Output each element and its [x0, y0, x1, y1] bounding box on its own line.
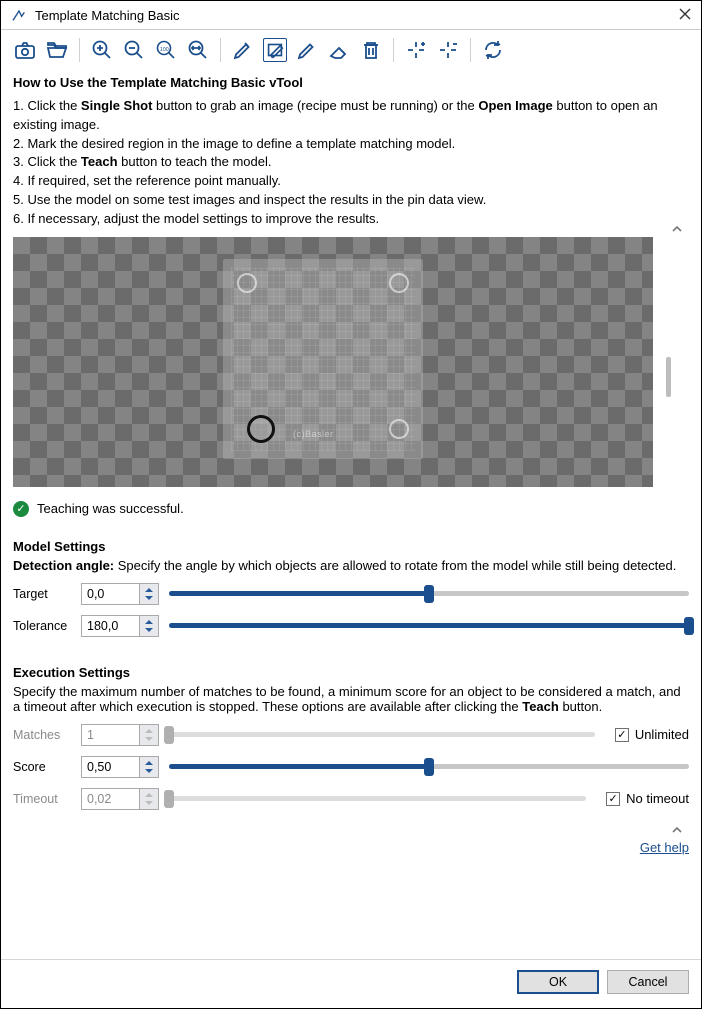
bold-text: Teach — [522, 699, 559, 714]
board-label: (c)Basler — [293, 429, 334, 439]
text: Specify the angle by which objects are a… — [118, 558, 677, 573]
eraser-icon[interactable] — [327, 38, 351, 62]
target-spinner[interactable] — [81, 583, 159, 605]
timeout-input — [81, 788, 139, 810]
tolerance-label: Tolerance — [13, 619, 71, 633]
bold-text: Teach — [81, 154, 118, 169]
instruction-line-6: 6. If necessary, adjust the model settin… — [13, 210, 689, 229]
separator — [393, 38, 394, 62]
score-spinner[interactable] — [81, 756, 159, 778]
score-label: Score — [13, 760, 71, 774]
close-icon[interactable] — [679, 7, 691, 23]
execution-settings-subtitle: Specify the maximum number of matches to… — [13, 684, 689, 714]
svg-text:100: 100 — [160, 47, 169, 53]
toolbar: 100 — [1, 30, 701, 68]
preview-section: (c)Basler — [13, 237, 689, 487]
titlebar: Template Matching Basic — [1, 1, 701, 30]
spinner-buttons-icon[interactable] — [139, 756, 159, 778]
no-timeout-label: No timeout — [626, 791, 689, 806]
matches-label: Matches — [13, 728, 71, 742]
instruction-line-4: 4. If required, set the reference point … — [13, 172, 689, 191]
instruction-line-1: 1. Click the Single Shot button to grab … — [13, 97, 689, 135]
status-row: ✓ Teaching was successful. — [13, 501, 689, 517]
separator — [470, 38, 471, 62]
zoom-100-icon[interactable]: 100 — [154, 38, 178, 62]
pencil-edit-icon[interactable] — [295, 38, 319, 62]
rect-select-icon[interactable] — [263, 38, 287, 62]
app-icon — [11, 7, 27, 23]
zoom-out-icon[interactable] — [122, 38, 146, 62]
score-row: Score — [13, 756, 689, 778]
target-input[interactable] — [81, 583, 139, 605]
window-title: Template Matching Basic — [35, 8, 180, 23]
status-message: Teaching was successful. — [37, 501, 184, 516]
matches-spinner — [81, 724, 159, 746]
pencil-draw-icon[interactable] — [231, 38, 255, 62]
execution-settings-heading: Execution Settings — [13, 665, 689, 680]
zoom-fit-icon[interactable] — [186, 38, 210, 62]
pcb-overlay: (c)Basler — [223, 259, 423, 459]
ok-button[interactable]: OK — [517, 970, 599, 994]
collapse-section-icon[interactable] — [671, 824, 683, 836]
spinner-buttons-icon — [139, 724, 159, 746]
matches-row: Matches ✓ Unlimited — [13, 724, 689, 746]
score-slider[interactable] — [169, 756, 689, 778]
bold-text: Single Shot — [81, 98, 153, 113]
instruction-line-5: 5. Use the model on some test images and… — [13, 191, 689, 210]
spinner-buttons-icon — [139, 788, 159, 810]
tolerance-row: Tolerance — [13, 615, 689, 637]
tolerance-spinner[interactable] — [81, 615, 159, 637]
text: button. — [562, 699, 602, 714]
instruction-line-2: 2. Mark the desired region in the image … — [13, 135, 689, 154]
target-row: Target — [13, 583, 689, 605]
get-help-link[interactable]: Get help — [640, 840, 689, 855]
text: 3. Click the — [13, 154, 81, 169]
model-settings-subtitle: Detection angle: Specify the angle by wh… — [13, 558, 689, 573]
separator — [79, 38, 80, 62]
camera-icon[interactable] — [13, 38, 37, 62]
tolerance-slider[interactable] — [169, 615, 689, 637]
bold-text: Detection angle: — [13, 558, 114, 573]
target-label: Target — [13, 587, 71, 601]
model-settings-heading: Model Settings — [13, 539, 689, 554]
success-check-icon: ✓ — [13, 501, 29, 517]
open-folder-icon[interactable] — [45, 38, 69, 62]
refresh-icon[interactable] — [481, 38, 505, 62]
timeout-slider — [169, 788, 586, 810]
timeout-row: Timeout ✓ No timeout — [13, 788, 689, 810]
text: button to grab an image (recipe must be … — [156, 98, 478, 113]
crosshair-remove-icon[interactable] — [436, 38, 460, 62]
spinner-buttons-icon[interactable] — [139, 583, 159, 605]
timeout-label: Timeout — [13, 792, 71, 806]
text: button to teach the model. — [121, 154, 271, 169]
match-marker-icon — [247, 415, 275, 443]
unlimited-checkbox[interactable]: ✓ — [615, 728, 629, 742]
matches-slider — [169, 724, 595, 746]
matches-input — [81, 724, 139, 746]
unlimited-label: Unlimited — [635, 727, 689, 742]
instructions-block: How to Use the Template Matching Basic v… — [13, 74, 689, 229]
cancel-button[interactable]: Cancel — [607, 970, 689, 994]
score-input[interactable] — [81, 756, 139, 778]
crosshair-add-icon[interactable] — [404, 38, 428, 62]
text: 1. Click the — [13, 98, 81, 113]
dialog-footer: OK Cancel — [1, 959, 701, 1008]
no-timeout-checkbox-wrap[interactable]: ✓ No timeout — [606, 791, 689, 806]
image-preview[interactable]: (c)Basler — [13, 237, 653, 487]
unlimited-checkbox-wrap[interactable]: ✓ Unlimited — [615, 727, 689, 742]
instructions-title: How to Use the Template Matching Basic v… — [13, 74, 689, 93]
timeout-spinner — [81, 788, 159, 810]
collapse-preview-icon[interactable] — [671, 223, 683, 235]
separator — [220, 38, 221, 62]
instruction-line-3: 3. Click the Teach button to teach the m… — [13, 153, 689, 172]
spinner-buttons-icon[interactable] — [139, 615, 159, 637]
preview-scrollbar[interactable] — [657, 237, 663, 487]
tolerance-input[interactable] — [81, 615, 139, 637]
bold-text: Open Image — [478, 98, 552, 113]
no-timeout-checkbox[interactable]: ✓ — [606, 792, 620, 806]
zoom-in-icon[interactable] — [90, 38, 114, 62]
target-slider[interactable] — [169, 583, 689, 605]
delete-icon[interactable] — [359, 38, 383, 62]
